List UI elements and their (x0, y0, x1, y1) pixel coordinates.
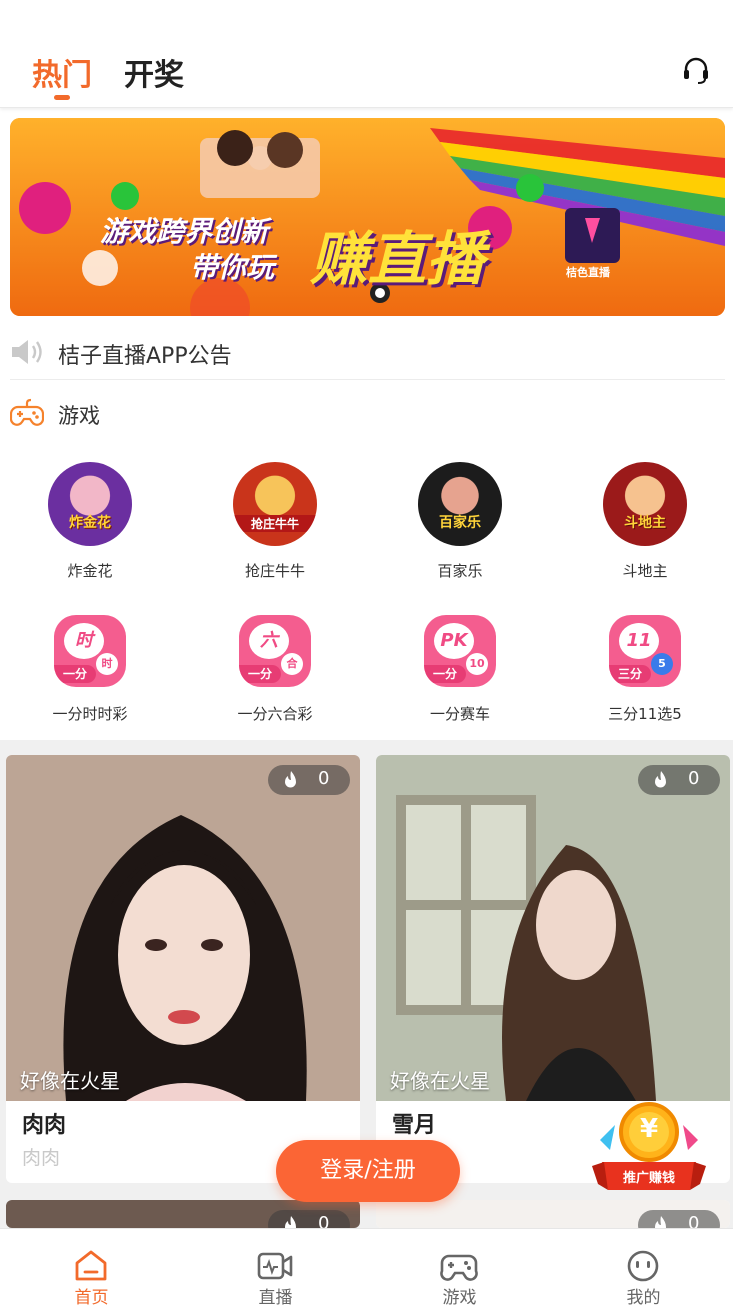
nav-label: 我的 (626, 1288, 661, 1308)
baijiale-badge: 百家乐 (439, 515, 481, 531)
game-doudizhu[interactable]: 斗地主 斗地主 (565, 462, 725, 581)
streamer-name: 雪月 (392, 1113, 437, 1138)
active-tab-indicator (54, 95, 70, 100)
game-label: 抢庄牛牛 (244, 562, 305, 580)
viewer-count: 0 (318, 768, 330, 789)
lottery-tag: 三分 (609, 665, 651, 683)
home-icon (75, 1250, 107, 1281)
nav-games[interactable]: 游戏 (368, 1229, 551, 1309)
game-baijiale[interactable]: 百家乐 百家乐 (380, 462, 540, 581)
niuniu-badge: 抢庄牛牛 (233, 515, 317, 532)
game-label: 一分赛车 (429, 705, 490, 723)
lottery-ball: 时 (64, 623, 104, 659)
speaker-icon (12, 340, 42, 364)
tab-hot[interactable]: 热门 (32, 50, 92, 100)
lottery-ball: PK (434, 623, 474, 659)
shishicai-icon: 时 一分 时 (54, 615, 126, 687)
game-label: 炸金花 (67, 562, 113, 580)
promo-symbol: ¥ (639, 1114, 659, 1144)
doudizhu-game-icon: 斗地主 (603, 462, 687, 546)
login-register-button[interactable]: 登录/注册 (276, 1140, 460, 1202)
headset-icon[interactable] (681, 56, 711, 86)
banner-logo-text: 桔色直播 (566, 266, 610, 279)
stream-location: 好像在火星 (20, 1069, 120, 1093)
lottery-tag: 一分 (54, 665, 96, 683)
lottery-ball: 六 (249, 623, 289, 659)
game-qiangzhuang-niuniu[interactable]: 抢庄牛牛 抢庄牛牛 (195, 462, 355, 581)
lottery-mini: 合 (281, 653, 303, 675)
lottery-mini: 5 (651, 653, 673, 675)
baijiale-game-icon: 百家乐 (418, 462, 502, 546)
viewer-count: 0 (318, 1213, 330, 1228)
fire-icon (655, 1216, 666, 1228)
profile-icon (627, 1250, 659, 1282)
game-label: 百家乐 (437, 562, 483, 580)
pk10-icon: PK 一分 10 (424, 615, 496, 687)
nav-label: 首页 (74, 1288, 109, 1308)
gamepad-icon (10, 398, 44, 426)
nav-label: 直播 (258, 1288, 293, 1308)
gamepad-icon (440, 1254, 478, 1281)
lottery-1min-racing[interactable]: PK 一分 10 一分赛车 (380, 615, 540, 724)
promo-banner[interactable]: 游戏跨界创新 带你玩 赚直播 桔色直播 (10, 118, 725, 316)
zhajinhua-game-icon: 炸金花 (48, 462, 132, 546)
stream-card[interactable]: 0 好像在火星 肉肉 肉肉 (6, 755, 360, 1183)
announcement-bar[interactable]: 桔子直播APP公告 (0, 330, 733, 380)
game-label: 斗地主 (622, 562, 668, 580)
nav-live[interactable]: 直播 (184, 1229, 367, 1309)
liuhecai-icon: 六 一分 合 (239, 615, 311, 687)
lottery-mini: 10 (466, 653, 488, 675)
games-section-title: 游戏 (58, 404, 100, 428)
live-icon (257, 1252, 293, 1280)
viewer-count-badge: 0 (268, 765, 350, 795)
nav-label: 游戏 (442, 1288, 477, 1308)
lottery-mini: 时 (96, 653, 118, 675)
viewer-count-badge: 0 (638, 1210, 720, 1228)
promo-label: 推广赚钱 (622, 1171, 675, 1186)
streamer-photo (6, 755, 360, 1101)
stream-card[interactable]: 0 (376, 1200, 730, 1228)
viewer-count: 0 (688, 1213, 700, 1228)
top-header: 热门 开奖 (0, 0, 733, 108)
lottery-1min-liuhecai[interactable]: 六 一分 合 一分六合彩 (195, 615, 355, 724)
fire-icon (285, 771, 296, 788)
stream-location: 好像在火星 (390, 1069, 490, 1093)
lottery-ball: 11 (619, 623, 659, 659)
zhajinhua-badge: 炸金花 (69, 515, 111, 531)
doudizhu-badge: 斗地主 (624, 515, 666, 531)
fire-icon (655, 771, 666, 788)
fire-icon (285, 1216, 296, 1228)
tab-lottery-label: 开奖 (124, 58, 184, 93)
promo-earn-button[interactable]: ¥ 推广赚钱 (590, 1100, 708, 1196)
tab-lottery[interactable]: 开奖 (124, 50, 184, 94)
game-label: 一分时时彩 (52, 705, 128, 723)
game-label: 三分11选5 (608, 705, 682, 723)
stream-card[interactable]: 0 (6, 1200, 360, 1228)
announcement-text: 桔子直播APP公告 (58, 344, 232, 369)
nav-home[interactable]: 首页 (0, 1229, 183, 1309)
divider (10, 379, 725, 380)
bottom-navigation: 首页 直播 游戏 我的 (0, 1228, 733, 1309)
banner-line1: 游戏跨界创新 (100, 215, 269, 248)
viewer-count: 0 (688, 768, 700, 789)
11x5-icon: 11 三分 5 (609, 615, 681, 687)
lottery-3min-11x5[interactable]: 11 三分 5 三分11选5 (565, 615, 725, 724)
game-label: 一分六合彩 (237, 705, 313, 723)
streamer-name: 肉肉 (22, 1113, 67, 1138)
game-zhajinhua[interactable]: 炸金花 炸金花 (10, 462, 170, 581)
nav-profile[interactable]: 我的 (552, 1229, 733, 1309)
niuniu-game-icon: 抢庄牛牛 (233, 462, 317, 546)
viewer-count-badge: 0 (268, 1210, 350, 1228)
lottery-tag: 一分 (239, 665, 281, 683)
lottery-1min-shishicai[interactable]: 时 一分 时 一分时时彩 (10, 615, 170, 724)
lottery-tag: 一分 (424, 665, 466, 683)
viewer-count-badge: 0 (638, 765, 720, 795)
banner-highlight: 赚直播 (310, 225, 485, 293)
streamer-photo (376, 755, 730, 1101)
banner-line2: 带你玩 (190, 251, 275, 284)
stream-title: 肉肉 (22, 1147, 61, 1169)
tab-hot-label: 热门 (32, 58, 92, 93)
